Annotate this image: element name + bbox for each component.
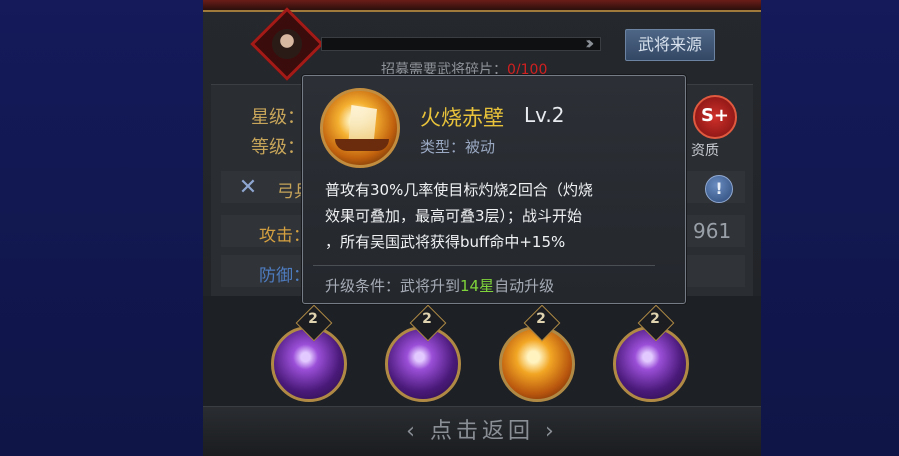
- quality-badge: S+: [693, 95, 737, 139]
- upgrade-condition: 升级条件：武将升到14星自动升级: [325, 275, 554, 296]
- skill-level-4: 2: [650, 311, 660, 327]
- skill-type: 类型：被动: [420, 136, 495, 157]
- skill-level: Lv.2: [524, 103, 565, 127]
- progress-arrow-icon: ›››: [585, 33, 594, 54]
- skill-slot-4[interactable]: [613, 326, 689, 402]
- skill-level-1: 2: [308, 311, 318, 327]
- skill-slot-3[interactable]: [499, 326, 575, 402]
- stat-value: 961: [693, 219, 732, 243]
- description-line: ，所有吴国武将获得buff命中+15%: [325, 233, 566, 251]
- right-arrow-icon: ›: [545, 419, 558, 444]
- skill-name: 火烧赤壁: [420, 106, 504, 130]
- quality-label: 资质: [691, 143, 719, 159]
- skill-description: 普攻有30%几率使目标灼烧2回合（灼烧 效果可叠加，最高可叠3层）；战斗开始 ，…: [325, 177, 665, 255]
- upgrade-suffix: 自动升级: [494, 277, 555, 295]
- skill-type-label: 类型：: [420, 138, 466, 156]
- upgrade-prefix: 升级条件：武将升到: [325, 277, 461, 295]
- tooltip-divider: [313, 265, 655, 266]
- general-portrait[interactable]: [250, 7, 324, 81]
- skill-level-2: 2: [422, 311, 432, 327]
- upgrade-highlight: 14星: [460, 277, 495, 295]
- left-arrow-icon: ‹: [406, 419, 419, 444]
- return-button[interactable]: ‹ 点击返回 ›: [203, 413, 761, 445]
- general-source-button[interactable]: 武将来源: [625, 29, 715, 61]
- return-label: 点击返回: [429, 419, 534, 444]
- fragment-progress-bar: [321, 37, 601, 51]
- fire-ship-skill-icon: [320, 88, 400, 168]
- skill-type-value: 被动: [465, 138, 496, 156]
- left-background: [0, 0, 203, 456]
- skill-tooltip: 火烧赤壁 Lv.2 类型：被动 普攻有30%几率使目标灼烧2回合（灼烧 效果可叠…: [302, 75, 686, 304]
- right-background: [761, 0, 899, 456]
- info-icon[interactable]: !: [705, 175, 733, 203]
- description-line: 普攻有30%几率使目标灼烧2回合（灼烧: [325, 181, 593, 199]
- skill-slot-1[interactable]: [271, 326, 347, 402]
- skill-slot-2[interactable]: [385, 326, 461, 402]
- skill-level-3: 2: [536, 311, 546, 327]
- description-line: 效果可叠加，最高可叠3层）；战斗开始: [325, 207, 583, 225]
- grade-label: 等级：: [251, 137, 305, 158]
- star-label: 星级：: [251, 107, 305, 128]
- troop-type-icon: ✕: [238, 175, 258, 200]
- portrait-face-icon: [272, 29, 302, 59]
- ship-hull-icon: [335, 139, 389, 151]
